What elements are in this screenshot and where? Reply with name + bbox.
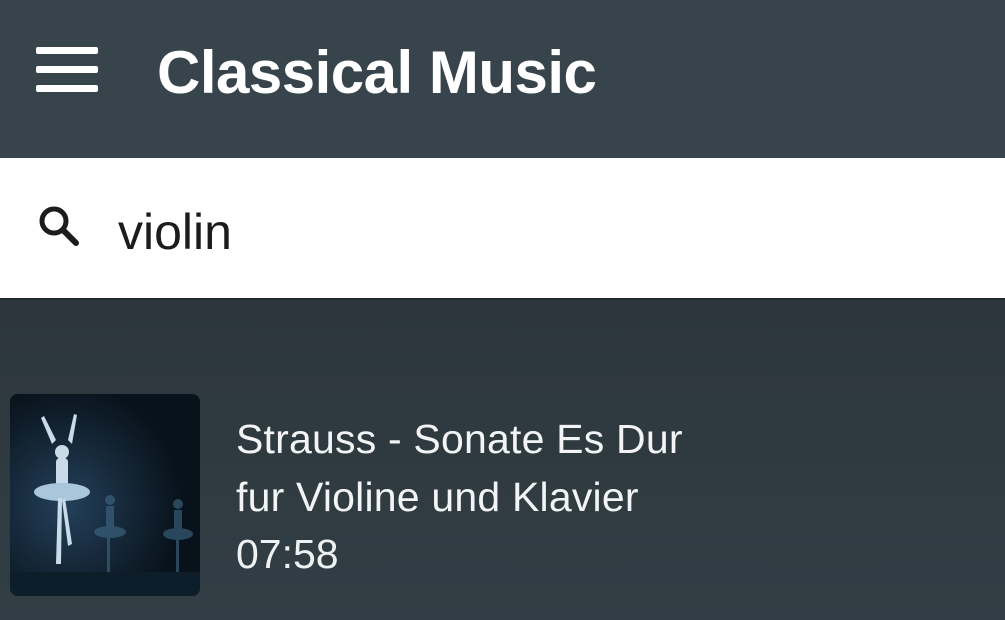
hamburger-menu-icon[interactable]	[36, 47, 98, 93]
results-list: Strauss - Sonate Es Dur fur Violine und …	[0, 300, 1005, 620]
track-info: Strauss - Sonate Es Dur fur Violine und …	[236, 410, 976, 584]
ballet-dancer-thumbnail	[10, 394, 200, 596]
track-duration: 07:58	[236, 531, 339, 577]
search-icon	[39, 206, 79, 246]
search-input[interactable]	[118, 200, 938, 264]
track-title: Strauss - Sonate Es Dur fur Violine und …	[236, 410, 976, 526]
search-bar	[0, 158, 1005, 300]
track-title-line1: Strauss - Sonate Es Dur	[236, 416, 683, 462]
app-title: Classical Music	[157, 39, 597, 106]
app-bar: Classical Music	[0, 0, 1005, 158]
list-item[interactable]: Strauss - Sonate Es Dur fur Violine und …	[0, 388, 1005, 608]
track-title-line2: fur Violine und Klavier	[236, 474, 639, 520]
